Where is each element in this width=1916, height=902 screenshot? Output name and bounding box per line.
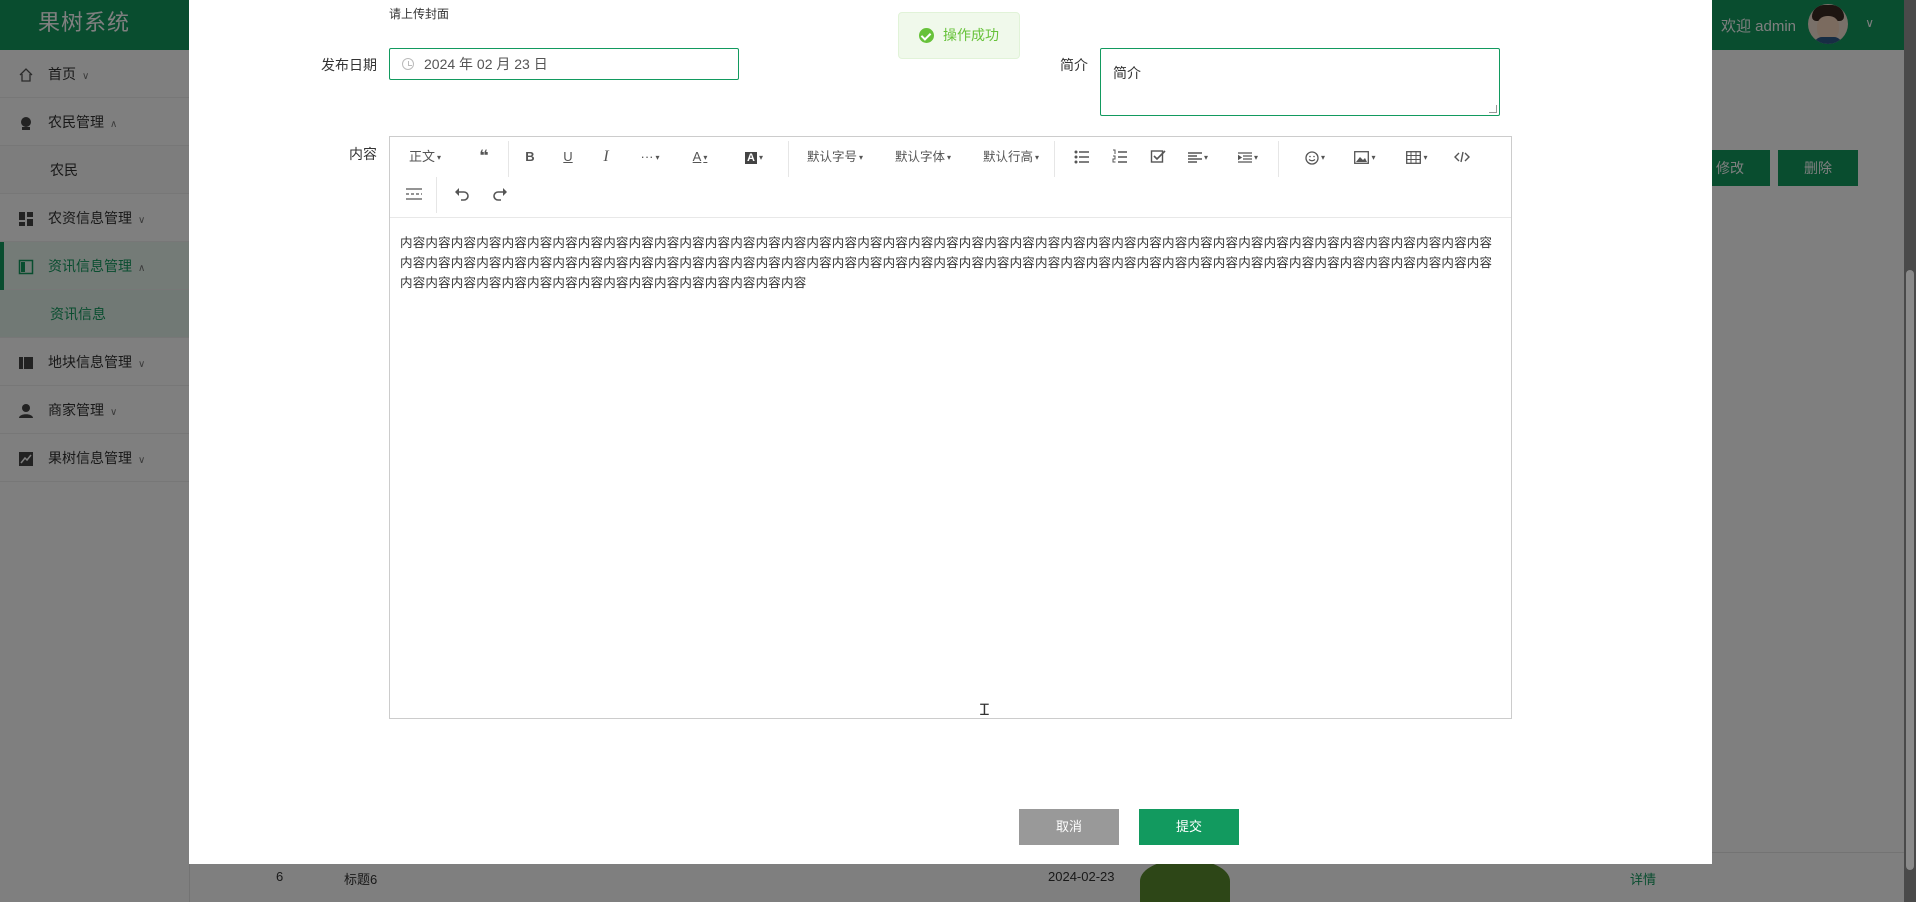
cancel-button[interactable]: 取消 (1019, 809, 1119, 845)
divider-icon[interactable] (406, 187, 422, 201)
emoji-icon (1305, 150, 1319, 165)
toast-message: 操作成功 (943, 27, 999, 43)
clock-icon (402, 58, 414, 70)
content-label: 内容 (349, 146, 377, 162)
success-toast: 操作成功 (898, 12, 1020, 59)
page-scrollbar[interactable] (1904, 0, 1916, 902)
align-dropdown[interactable]: ▾ (1180, 141, 1216, 173)
indent-icon (1237, 151, 1252, 163)
submit-button[interactable]: 提交 (1139, 809, 1239, 845)
code-icon[interactable] (1454, 149, 1470, 165)
align-left-icon (1187, 151, 1202, 163)
more-style-dropdown[interactable]: ··· ▾ (630, 141, 670, 173)
image-icon (1354, 151, 1370, 165)
italic-icon[interactable]: I (592, 141, 620, 173)
paragraph-dropdown[interactable]: 正文 ▾ (402, 141, 448, 173)
scrollbar-thumb[interactable] (1906, 270, 1914, 870)
font-family-dropdown[interactable]: 默认字体 ▾ (890, 141, 956, 173)
cover-upload-hint: 请上传封面 (389, 7, 450, 21)
table-icon (1406, 151, 1422, 165)
quote-icon[interactable]: ❝ (470, 141, 498, 173)
font-color-icon[interactable]: A ▾ (680, 141, 720, 173)
bold-icon[interactable]: B (516, 141, 544, 173)
editor-content[interactable]: 内容内容内容内容内容内容内容内容内容内容内容内容内容内容内容内容内容内容内容内容… (400, 233, 1500, 293)
summary-textarea[interactable]: 简介 (1100, 48, 1500, 116)
underline-icon[interactable]: U (554, 141, 582, 173)
bullet-list-icon[interactable] (1074, 149, 1090, 165)
table-dropdown[interactable]: ▾ (1400, 141, 1434, 173)
indent-dropdown[interactable]: ▾ (1230, 141, 1266, 173)
date-picker-input[interactable]: 2024 年 02 月 23 日 (389, 48, 739, 80)
font-size-dropdown[interactable]: 默认字号 ▾ (802, 141, 868, 173)
redo-icon[interactable] (492, 186, 508, 202)
summary-label: 简介 (1060, 57, 1088, 73)
rich-text-editor: 正文 ▾ ❝ B U I ··· ▾ A ▾ A ▾ 默认字号 ▾ 默认字体 ▾ 默认行高 ▾… (389, 136, 1512, 719)
undo-icon[interactable] (454, 186, 470, 202)
date-value: 2024 年 02 月 23 日 (424, 56, 548, 72)
check-circle-icon (919, 28, 934, 43)
background-color-icon[interactable]: A ▾ (734, 141, 774, 173)
editor-toolbar: 正文 ▾ ❝ B U I ··· ▾ A ▾ A ▾ 默认字号 ▾ 默认字体 ▾ 默认行高 ▾… (390, 137, 1511, 218)
resize-handle-icon[interactable] (1489, 105, 1497, 113)
numbered-list-icon[interactable] (1112, 149, 1128, 165)
date-label: 发布日期 (321, 57, 377, 73)
edit-dialog: 请上传封面 发布日期 2024 年 02 月 23 日 简介 简介 内容 正文 ▾… (189, 0, 1712, 864)
summary-value: 简介 (1113, 65, 1141, 81)
checklist-icon[interactable] (1150, 149, 1166, 165)
image-dropdown[interactable]: ▾ (1348, 141, 1382, 173)
text-cursor-icon: Ɪ (980, 702, 989, 719)
emoji-dropdown[interactable]: ▾ (1298, 141, 1332, 173)
line-height-dropdown[interactable]: 默认行高 ▾ (978, 141, 1044, 173)
